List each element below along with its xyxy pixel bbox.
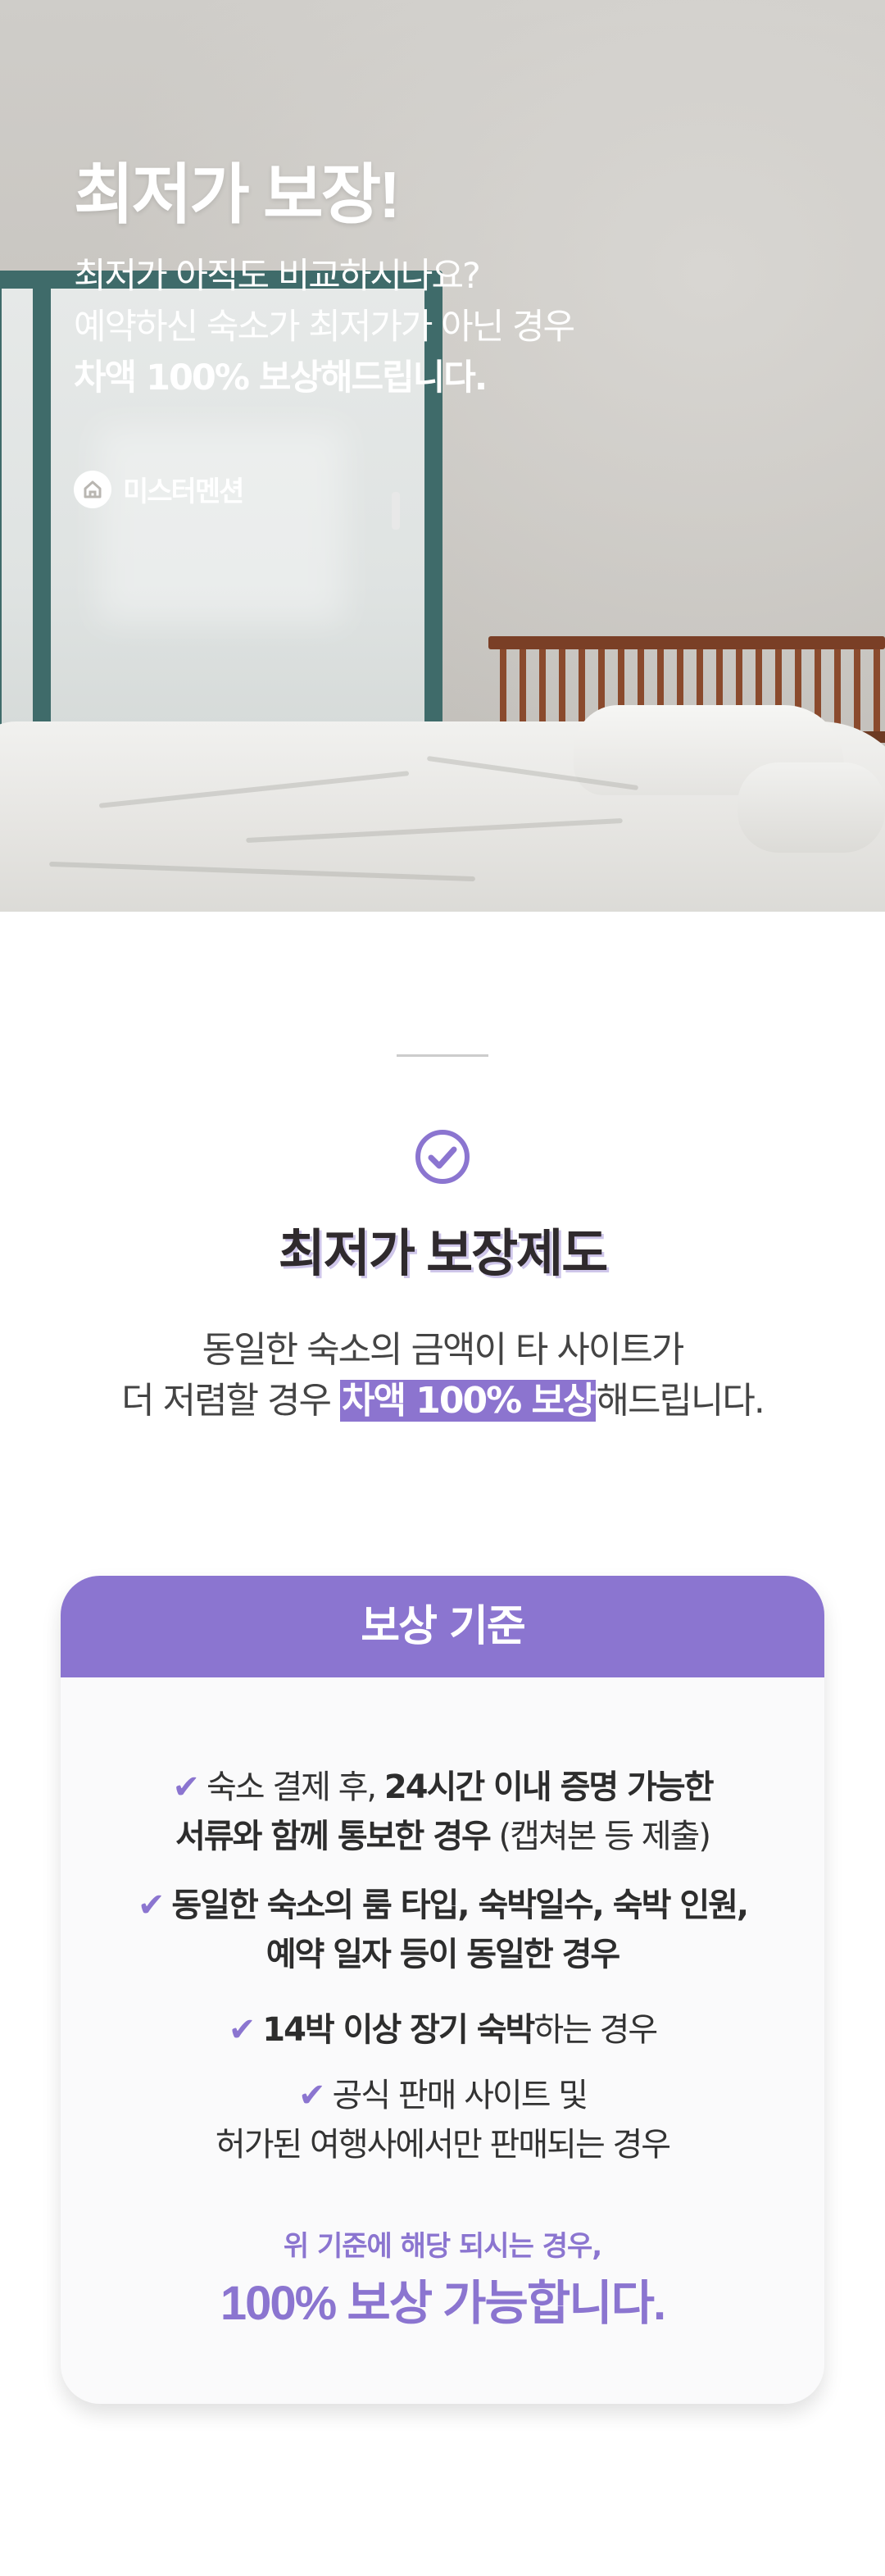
criteria-item-4: ✔ 공식 판매 사이트 및 허가된 여행사에서만 판매되는 경우 bbox=[61, 2071, 824, 2169]
section-description: 동일한 숙소의 금액이 타 사이트가 더 저렴할 경우 차액 100% 보상해드… bbox=[0, 1325, 885, 1427]
criteria-text: 공식 판매 사이트 및 bbox=[332, 2077, 588, 2114]
headboard-slat bbox=[854, 649, 860, 731]
criteria-line: 허가된 여행사에서만 판매되는 경우 bbox=[61, 2120, 824, 2169]
criteria-line: ✔ 공식 판매 사이트 및 bbox=[61, 2071, 824, 2120]
criteria-text: 숙소 결제 후, bbox=[206, 1768, 384, 1806]
card-conclusion: 100% 보상 가능합니다. bbox=[220, 2277, 666, 2330]
hero-banner: 최저가 보장! 최저가 아직도 비교하시나요? 예약하신 숙소가 최저가가 아닌… bbox=[0, 0, 885, 912]
criteria-item-2: ✔ 동일한 숙소의 룸 타입, 숙박일수, 숙박 인원, 예약 일자 등이 동일한… bbox=[61, 1881, 824, 1979]
criteria-text-bold: 14박 이상 장기 숙박 bbox=[262, 2011, 535, 2049]
headboard-slat bbox=[579, 649, 585, 731]
criteria-text-bold: 예약 일자 등이 동일한 경우 bbox=[266, 1936, 621, 1973]
criteria-line: 서류와 함께 통보한 경우 (캡쳐본 등 제출) bbox=[61, 1812, 824, 1861]
section-divider bbox=[397, 1054, 488, 1057]
criteria-item-1: ✔ 숙소 결제 후, 24시간 이내 증명 가능한 서류와 함께 통보한 경우 (… bbox=[61, 1763, 824, 1861]
hero-line-bold: 차액 100% 보상해드립니다. bbox=[74, 357, 488, 398]
criteria-text: 허가된 여행사에서만 판매되는 경우 bbox=[215, 2126, 671, 2164]
criteria-line: 예약 일자 등이 동일한 경우 bbox=[61, 1930, 824, 1979]
hero-text-block: 최저가 보장! 최저가 아직도 비교하시나요? 예약하신 숙소가 최저가가 아닌… bbox=[74, 157, 575, 403]
window-handle bbox=[392, 492, 400, 530]
brand-logo: 미스터멘션 bbox=[74, 469, 244, 509]
headboard-slat bbox=[559, 649, 565, 731]
pillow-image bbox=[738, 762, 885, 853]
description-line: 더 저렴할 경우 차액 100% 보상해드립니다. bbox=[0, 1376, 885, 1427]
checkmark-icon: ✔ bbox=[228, 2011, 256, 2049]
description-text: 해드립니다. bbox=[596, 1380, 765, 1422]
criteria-text: (캡쳐본 등 제출) bbox=[489, 1818, 711, 1855]
headboard-slat bbox=[520, 649, 526, 731]
brand-name: 미스터멘션 bbox=[123, 476, 244, 508]
criteria-text: 하는 경우 bbox=[533, 2011, 658, 2049]
window-light bbox=[98, 426, 344, 623]
headboard-top bbox=[488, 636, 885, 649]
headboard-slat bbox=[834, 649, 841, 731]
hero-line: 예약하신 숙소가 최저가가 아닌 경우 bbox=[74, 307, 575, 348]
criteria-text-bold: 서류와 함께 통보한 경우 bbox=[175, 1818, 492, 1855]
section-title: 최저가 보장제도 bbox=[278, 1226, 609, 1282]
criteria-text-bold: 동일한 숙소의 룸 타입, 숙박일수, 숙박 인원, bbox=[171, 1886, 749, 1924]
home-chat-icon bbox=[74, 470, 111, 508]
card-note: 위 기준에 해당 되시는 경우, bbox=[283, 2230, 602, 2263]
hero-line: 최저가 아직도 비교하시나요? bbox=[74, 256, 481, 297]
window-mullion bbox=[33, 271, 51, 795]
criteria-line: ✔ 14박 이상 장기 숙박하는 경우 bbox=[61, 2005, 824, 2055]
checkmark-icon: ✔ bbox=[137, 1886, 165, 1924]
check-circle-icon bbox=[415, 1130, 470, 1184]
checkmark-icon: ✔ bbox=[297, 2077, 325, 2114]
criteria-line: ✔ 동일한 숙소의 룸 타입, 숙박일수, 숙박 인원, bbox=[61, 1881, 824, 1930]
headboard-slat bbox=[500, 649, 506, 731]
description-line: 동일한 숙소의 금액이 타 사이트가 bbox=[202, 1329, 685, 1371]
headboard-slat bbox=[539, 649, 546, 731]
headboard-slat bbox=[874, 649, 880, 731]
criteria-item-3: ✔ 14박 이상 장기 숙박하는 경우 bbox=[61, 2005, 824, 2055]
criteria-line: ✔ 숙소 결제 후, 24시간 이내 증명 가능한 bbox=[61, 1763, 824, 1812]
criteria-text-bold: 24시간 이내 증명 가능한 bbox=[384, 1768, 715, 1806]
checkmark-icon: ✔ bbox=[172, 1768, 199, 1806]
compensation-criteria-card: 보상 기준 ✔ 숙소 결제 후, 24시간 이내 증명 가능한 서류와 함께 통보… bbox=[61, 1576, 824, 2404]
highlight-text: 차액 100% 보상 bbox=[339, 1380, 597, 1422]
hero-title: 최저가 보장! bbox=[74, 158, 401, 231]
description-text: 더 저렴할 경우 bbox=[121, 1380, 340, 1422]
card-header: 보상 기준 bbox=[61, 1576, 824, 1677]
